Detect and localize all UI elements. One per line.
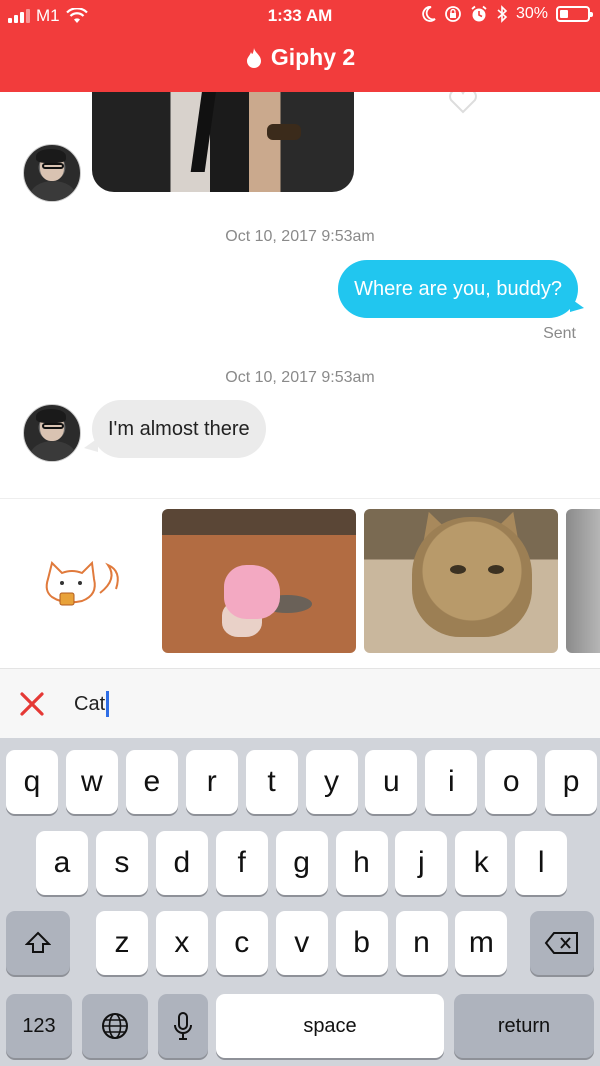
moon-icon <box>422 6 436 22</box>
battery-icon <box>556 6 593 22</box>
keyboard: 123 space return qwertyuiop asdfghjkl zxcv… <box>0 738 600 1066</box>
gif-result-cat-drawing[interactable] <box>2 509 154 653</box>
key-u[interactable]: u <box>365 750 418 814</box>
lock-rotation-icon <box>445 6 461 22</box>
shift-icon <box>25 931 51 953</box>
key-g[interactable]: g <box>275 831 328 895</box>
key-m[interactable]: m <box>455 911 508 975</box>
key-f[interactable]: f <box>215 831 268 895</box>
cat-drawing <box>45 560 119 606</box>
gif-detail <box>267 124 301 140</box>
text-caret <box>106 691 110 717</box>
microphone-key[interactable] <box>158 994 208 1058</box>
key-r[interactable]: r <box>185 750 238 814</box>
key-n[interactable]: n <box>395 911 448 975</box>
battery-level <box>560 10 568 18</box>
key-l[interactable]: l <box>515 831 568 895</box>
globe-key[interactable] <box>82 994 148 1058</box>
microphone-icon <box>174 1012 192 1040</box>
header-title-text: Giphy 2 <box>270 44 356 70</box>
key-c[interactable]: c <box>215 911 268 975</box>
key-d[interactable]: d <box>155 831 208 895</box>
bluetooth-icon <box>497 5 508 23</box>
status-bar: M1 1:33 AM 30% <box>0 0 600 32</box>
avatar[interactable] <box>23 404 81 462</box>
gif-search-input[interactable]: Cat <box>74 691 110 717</box>
incoming-message[interactable]: I'm almost there <box>84 400 266 458</box>
gif-results-strip[interactable] <box>0 498 600 668</box>
gif-search-bar: Cat <box>0 668 600 738</box>
key-p[interactable]: p <box>545 750 598 814</box>
return-key[interactable]: return <box>454 994 594 1058</box>
avatar[interactable] <box>23 144 81 202</box>
alarm-icon <box>471 5 487 22</box>
chat-thread[interactable]: Oct 10, 2017 9:53am Where are you, buddy… <box>0 92 600 498</box>
key-h[interactable]: h <box>335 831 388 895</box>
key-z[interactable]: z <box>96 911 148 975</box>
space-key[interactable]: space <box>216 994 444 1058</box>
key-i[interactable]: i <box>425 750 478 814</box>
key-w[interactable]: w <box>65 750 118 814</box>
key-x[interactable]: x <box>155 911 208 975</box>
key-k[interactable]: k <box>455 831 508 895</box>
status-right: 30% <box>422 5 593 23</box>
key-b[interactable]: b <box>335 911 388 975</box>
gif-result-partial[interactable] <box>566 509 600 653</box>
delete-key[interactable] <box>530 911 594 975</box>
close-icon[interactable] <box>18 690 46 718</box>
app-header: M1 1:33 AM 30% Giphy 2 <box>0 0 600 92</box>
globe-icon <box>102 1013 128 1039</box>
key-q[interactable]: q <box>6 750 58 814</box>
flame-icon <box>246 47 261 68</box>
message-status: Sent <box>543 325 576 342</box>
gif-result-kitten[interactable] <box>364 509 558 653</box>
battery-percent: 30% <box>515 5 548 22</box>
like-heart-icon[interactable] <box>448 92 478 114</box>
gif-result-baby-and-cat[interactable] <box>162 509 356 653</box>
message-timestamp: Oct 10, 2017 9:53am <box>225 369 375 386</box>
received-gif-message[interactable] <box>92 92 354 192</box>
key-y[interactable]: y <box>305 750 358 814</box>
key-j[interactable]: j <box>395 831 448 895</box>
search-value: Cat <box>74 692 106 715</box>
shift-key[interactable] <box>6 911 70 975</box>
gif-detail <box>190 92 218 172</box>
conversation-title[interactable]: Giphy 2 <box>0 44 600 71</box>
key-t[interactable]: t <box>245 750 298 814</box>
message-timestamp: Oct 10, 2017 9:53am <box>225 228 375 245</box>
key-v[interactable]: v <box>275 911 328 975</box>
backspace-icon <box>544 932 578 954</box>
key-a[interactable]: a <box>36 831 88 895</box>
outgoing-message[interactable]: Where are you, buddy? <box>338 260 584 318</box>
key-e[interactable]: e <box>125 750 178 814</box>
numbers-key[interactable]: 123 <box>6 994 72 1058</box>
key-s[interactable]: s <box>95 831 148 895</box>
key-o[interactable]: o <box>485 750 538 814</box>
